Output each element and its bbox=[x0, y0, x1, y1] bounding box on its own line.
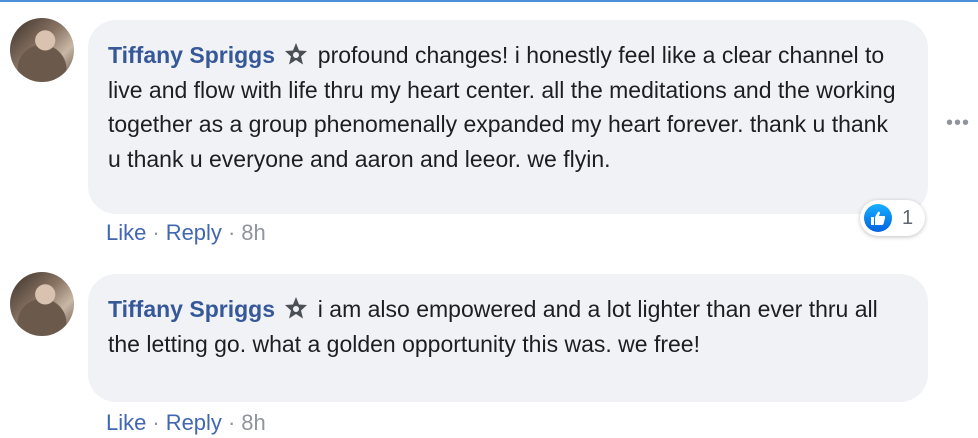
top-fan-star-icon bbox=[285, 43, 308, 65]
avatar[interactable] bbox=[10, 18, 74, 82]
reply-link[interactable]: Reply bbox=[166, 410, 222, 435]
like-thumb-icon bbox=[864, 204, 892, 232]
timestamp[interactable]: 8h bbox=[241, 410, 265, 435]
separator: · bbox=[152, 410, 160, 435]
comment-actions: Like · Reply · 8h bbox=[106, 410, 266, 436]
comment-bubble: Tiffany Spriggs i am also empowered and … bbox=[88, 274, 928, 402]
top-fan-star-icon bbox=[285, 297, 308, 319]
like-link[interactable]: Like bbox=[106, 220, 146, 245]
reaction-summary[interactable]: 1 bbox=[860, 200, 926, 236]
comment-actions: Like · Reply · 8h bbox=[106, 220, 266, 246]
reaction-count: 1 bbox=[902, 206, 914, 229]
separator: · bbox=[152, 220, 160, 245]
reply-link[interactable]: Reply bbox=[166, 220, 222, 245]
like-link[interactable]: Like bbox=[106, 410, 146, 435]
avatar[interactable] bbox=[10, 272, 74, 336]
timestamp[interactable]: 8h bbox=[241, 220, 265, 245]
author-name[interactable]: Tiffany Spriggs bbox=[108, 296, 275, 322]
separator: · bbox=[227, 410, 236, 435]
more-options-icon[interactable]: ••• bbox=[946, 112, 970, 135]
author-name[interactable]: Tiffany Spriggs bbox=[108, 42, 275, 68]
comment-bubble: Tiffany Spriggs profound changes! i hone… bbox=[88, 20, 928, 214]
separator: · bbox=[227, 220, 236, 245]
